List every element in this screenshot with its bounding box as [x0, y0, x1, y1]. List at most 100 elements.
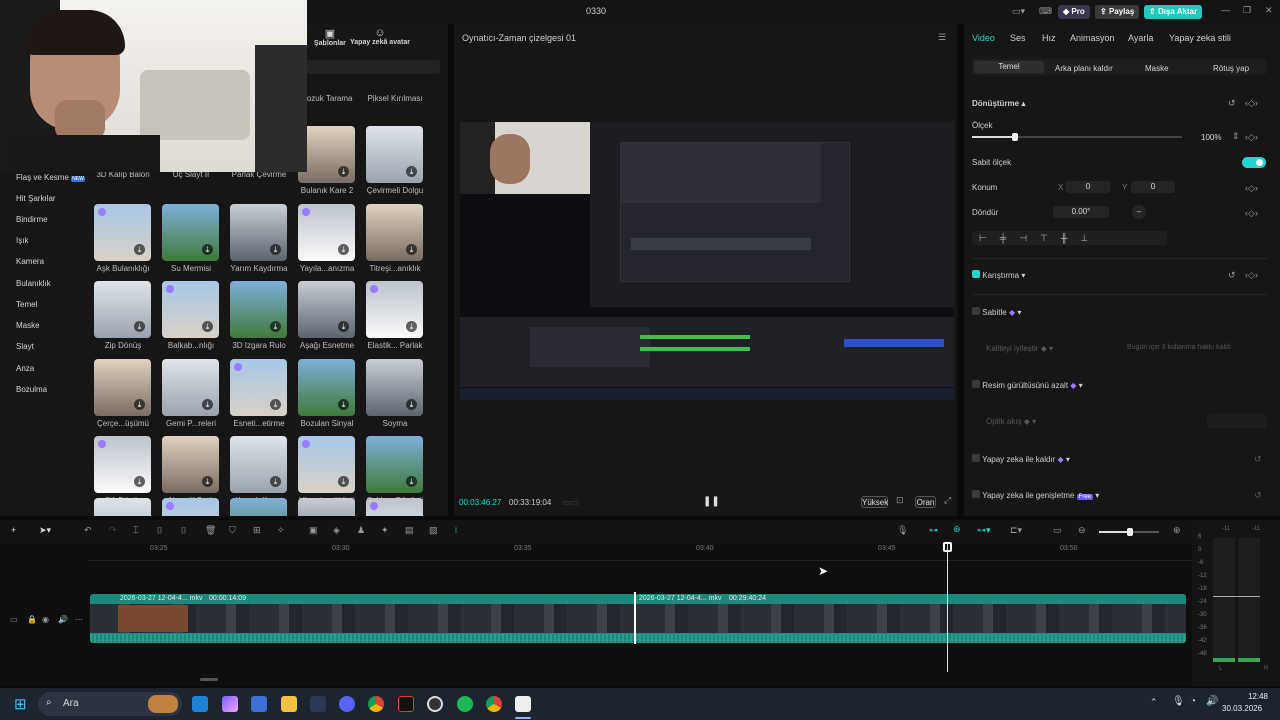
pos-y-input[interactable]: 0 — [1131, 181, 1175, 193]
chrome-icon[interactable] — [368, 696, 384, 712]
magnet-icon[interactable]: ⊛ — [953, 524, 961, 535]
ai-remove-reset-icon[interactable]: ↺ — [1254, 454, 1262, 465]
snap-icon[interactable]: ⊶▾ — [977, 525, 991, 536]
scale-slider[interactable] — [972, 133, 1182, 141]
subtab-basic[interactable]: Temel — [974, 61, 1044, 73]
store-icon[interactable] — [251, 696, 267, 712]
denoise-section[interactable]: Resim gürültüsünü azalt ◆ ▾ — [972, 380, 1083, 390]
blend-reset-icon[interactable]: ↺ — [1228, 270, 1236, 281]
zoom-in-icon[interactable]: ⊕ — [1173, 525, 1181, 536]
taskbar-search[interactable]: ⌕ Ara — [38, 692, 182, 716]
track-eye-icon[interactable]: ◉ — [42, 615, 49, 624]
effect-thumb[interactable]: ⤓ — [366, 436, 423, 493]
ai-expand-reset-icon[interactable]: ↺ — [1254, 490, 1262, 501]
tab-video[interactable]: Video — [972, 33, 995, 43]
effect-thumb[interactable]: ⤓ — [162, 498, 219, 516]
split-right-icon[interactable]: ⌷ — [181, 525, 186, 536]
search-input[interactable] — [306, 60, 440, 74]
category-flash[interactable]: Flaş ve Kesme NEW — [16, 173, 85, 182]
folder-icon[interactable] — [281, 696, 297, 712]
discord-icon[interactable] — [339, 696, 355, 712]
download-icon[interactable]: ⤓ — [406, 244, 417, 255]
close-icon[interactable]: ✕ — [1265, 5, 1273, 16]
effect-thumb[interactable]: ⤓ — [162, 204, 219, 261]
category-glitch[interactable]: Bozulma — [16, 385, 47, 394]
denoise-checkbox[interactable] — [972, 380, 980, 388]
rotate-dial-icon[interactable]: – — [1132, 205, 1146, 219]
category-blur[interactable]: Bulanıklık — [16, 279, 51, 288]
fit-icon[interactable]: ▭ — [1053, 525, 1062, 536]
stabilize-section[interactable]: Sabitle ◆ ▾ — [972, 307, 1021, 317]
stabilize-checkbox[interactable] — [972, 307, 980, 315]
crop-icon[interactable]: ⊞ — [253, 525, 261, 536]
pause-button[interactable]: ❚❚ — [703, 496, 720, 507]
download-icon[interactable]: ⤓ — [202, 321, 213, 332]
download-icon[interactable]: ⤓ — [270, 476, 281, 487]
align-buttons[interactable]: ⊢╪⊣⊤╫⊥ — [972, 231, 1167, 245]
tray-mic-icon[interactable]: 🎙 — [1172, 696, 1185, 707]
effect-thumb[interactable]: ⤓ — [94, 359, 151, 416]
ai-remove-checkbox[interactable] — [972, 454, 980, 462]
obs-icon[interactable] — [427, 696, 443, 712]
tab-speed[interactable]: Hız — [1042, 33, 1056, 43]
export-button[interactable]: ⇧ Dışa Aktar — [1144, 5, 1203, 19]
download-icon[interactable]: ⤓ — [270, 321, 281, 332]
scale-value[interactable]: 100% — [1201, 133, 1221, 142]
effect-thumb[interactable]: ⤓ — [94, 498, 151, 516]
shortcut-icon[interactable]: ⌨ — [1039, 6, 1052, 17]
category-camera[interactable]: Kamera — [16, 257, 44, 266]
effect-thumb[interactable]: ⤓ — [298, 359, 355, 416]
zoom-slider[interactable] — [1099, 528, 1159, 536]
category-light[interactable]: Işık — [16, 236, 28, 245]
scale-handle[interactable] — [1012, 133, 1018, 141]
download-icon[interactable]: ⤓ — [338, 166, 349, 177]
effect-thumb[interactable]: ⤓ — [230, 359, 287, 416]
transform-section[interactable]: Dönüştürme ▴ — [972, 99, 1025, 108]
video-preview[interactable] — [460, 122, 954, 400]
fullscreen-icon[interactable]: ⤢ — [944, 495, 951, 506]
rotate-keyframe-icon[interactable]: ‹◇› — [1245, 208, 1258, 219]
tiktok-icon[interactable] — [398, 696, 414, 712]
layout-icon[interactable]: ▭▾ — [1012, 6, 1025, 17]
pro-button[interactable]: ◆ Pro — [1058, 5, 1090, 19]
ai-expand-section[interactable]: Yapay zeka ile genişletme Free ▾ — [972, 490, 1099, 500]
tab-animation[interactable]: Animasyon — [1070, 33, 1115, 43]
maximize-icon[interactable]: ❐ — [1243, 5, 1251, 16]
ai-remove-section[interactable]: Yapay zeka ile kaldır ◆ ▾ — [972, 454, 1070, 464]
download-icon[interactable]: ⤓ — [338, 321, 349, 332]
mic-icon[interactable]: 🎙 — [897, 525, 908, 536]
video-clip-1[interactable]: 2026-03-27 12-04-4... mkv 00:00:14:09 — [90, 594, 635, 643]
effect-thumb[interactable]: ⤓ — [298, 204, 355, 261]
download-icon[interactable]: ⤓ — [134, 476, 145, 487]
video-clip-2[interactable]: 2026-03-27 12-04-4... mkv 00:29:40:24 — [635, 594, 1186, 643]
blend-section[interactable]: Karıştırma ▾ — [972, 270, 1025, 280]
effect-thumb[interactable]: ⤓ — [366, 204, 423, 261]
category-slide[interactable]: Slayt — [16, 342, 34, 351]
steam-icon[interactable] — [310, 696, 326, 712]
track-cover-icon[interactable]: ▭ — [10, 615, 18, 624]
category-mask[interactable]: Maske — [16, 321, 40, 330]
wand-icon[interactable]: ✦ — [381, 525, 389, 536]
menu-icon[interactable]: ☰ — [938, 32, 946, 43]
tray-volume-icon[interactable]: 🔊 — [1206, 696, 1218, 707]
effect-thumb[interactable]: ⤓ — [366, 359, 423, 416]
tab-audio[interactable]: Ses — [1010, 33, 1026, 43]
track-audio-icon[interactable]: 🔊 — [58, 615, 68, 624]
effect-thumb[interactable]: ⤓ — [94, 204, 151, 261]
effect-thumb[interactable]: ⤓ — [94, 281, 151, 338]
download-icon[interactable]: ⤓ — [134, 244, 145, 255]
download-icon[interactable]: ⤓ — [202, 399, 213, 410]
preview-axis-icon[interactable]: ⊏▾ — [1010, 525, 1022, 536]
select-tool-icon[interactable]: ➤▾ — [39, 525, 51, 536]
keyframe-icon[interactable]: ‹◇› — [1245, 98, 1258, 109]
redo-icon[interactable]: ↷ — [109, 525, 117, 536]
category-basic[interactable]: Temel — [16, 300, 37, 309]
windows-start-icon[interactable]: ⊞ — [14, 695, 27, 713]
effect-thumb[interactable]: ⤓ — [366, 126, 423, 183]
effect-thumb[interactable]: ⤓ — [162, 281, 219, 338]
effect-thumb[interactable]: ⤓ — [230, 436, 287, 493]
playhead[interactable] — [947, 544, 948, 672]
download-icon[interactable]: ⤓ — [202, 476, 213, 487]
clip-split-marker[interactable] — [634, 592, 636, 644]
shield-icon[interactable]: ⛉ — [229, 525, 236, 536]
